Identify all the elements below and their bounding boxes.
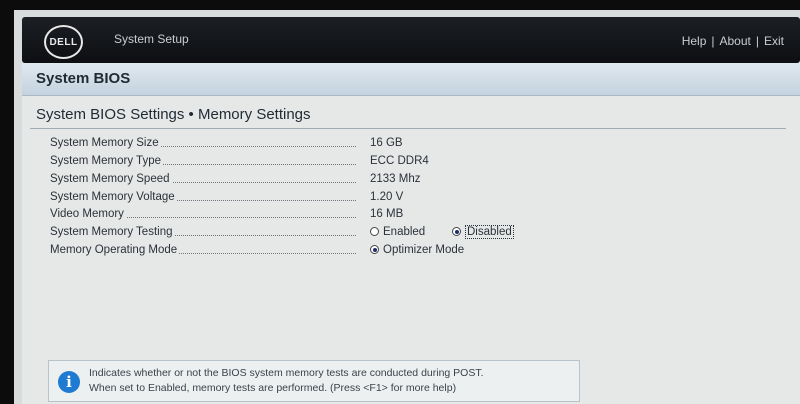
setting-row-memory-testing: System Memory Testing Enabled Disabled — [50, 225, 610, 242]
exit-link[interactable]: Exit — [764, 34, 784, 48]
setting-label: System Memory Size — [50, 137, 161, 149]
setting-label: Memory Operating Mode — [50, 244, 180, 256]
about-link[interactable]: About — [720, 34, 751, 48]
dell-logo: DELL — [44, 25, 83, 59]
setting-row-video-memory: Video Memory 16 MB — [50, 208, 610, 224]
help-box: i Indicates whether or not the BIOS syst… — [48, 360, 580, 402]
nav-separator: | — [755, 34, 759, 48]
setting-row-operating-mode: Memory Operating Mode Optimizer Mode — [50, 244, 610, 260]
top-nav: Help | About | Exit — [682, 34, 784, 48]
setting-label: System Memory Type — [50, 155, 163, 167]
bios-screen: DELL System Setup Help | About | Exit System… — [14, 10, 800, 404]
radio-disabled[interactable]: Disabled — [452, 225, 514, 239]
setting-row-memory-size: System Memory Size 16 GB — [50, 137, 610, 153]
help-text: Indicates whether or not the BIOS system… — [89, 366, 484, 396]
info-icon: i — [58, 371, 80, 393]
nav-separator: | — [711, 34, 715, 48]
setting-value: 1.20 V — [370, 191, 404, 203]
setting-row-memory-type: System Memory Type ECC DDR4 — [50, 155, 610, 171]
setting-value: ECC DDR4 — [370, 155, 429, 167]
help-line: When set to Enabled, memory tests are pe… — [89, 382, 457, 394]
section-bar: System BIOS — [22, 63, 800, 96]
setting-row-memory-speed: System Memory Speed 2133 Mhz — [50, 173, 610, 189]
radio-enabled[interactable]: Enabled — [370, 226, 425, 238]
setting-label: System Memory Speed — [50, 173, 172, 185]
page-title: System BIOS Settings • Memory Settings — [36, 106, 311, 123]
radio-label: Disabled — [465, 225, 514, 239]
top-bar: DELL System Setup Help | About | Exit — [22, 17, 800, 63]
section-title: System BIOS — [36, 70, 131, 87]
main-panel: System BIOS System BIOS Settings • Memor… — [22, 63, 800, 404]
radio-selected-icon — [452, 227, 461, 237]
setting-value: 2133 Mhz — [370, 173, 421, 185]
app-title: System Setup — [114, 32, 189, 46]
radio-unselected-icon — [370, 227, 379, 237]
setting-row-memory-voltage: System Memory Voltage 1.20 V — [50, 191, 610, 207]
help-line: Indicates whether or not the BIOS system… — [89, 367, 484, 379]
setting-label: System Memory Testing — [50, 226, 175, 238]
help-link[interactable]: Help — [682, 34, 707, 48]
radio-label: Optimizer Mode — [383, 244, 465, 256]
radio-label: Enabled — [383, 226, 426, 238]
radio-selected-icon — [370, 245, 379, 255]
setting-value: 16 MB — [370, 208, 404, 220]
setting-label: System Memory Voltage — [50, 191, 177, 203]
title-divider — [30, 128, 786, 129]
setting-value: 16 GB — [370, 137, 403, 149]
setting-label: Video Memory — [50, 208, 126, 220]
radio-optimizer-mode[interactable]: Optimizer Mode — [370, 244, 464, 256]
